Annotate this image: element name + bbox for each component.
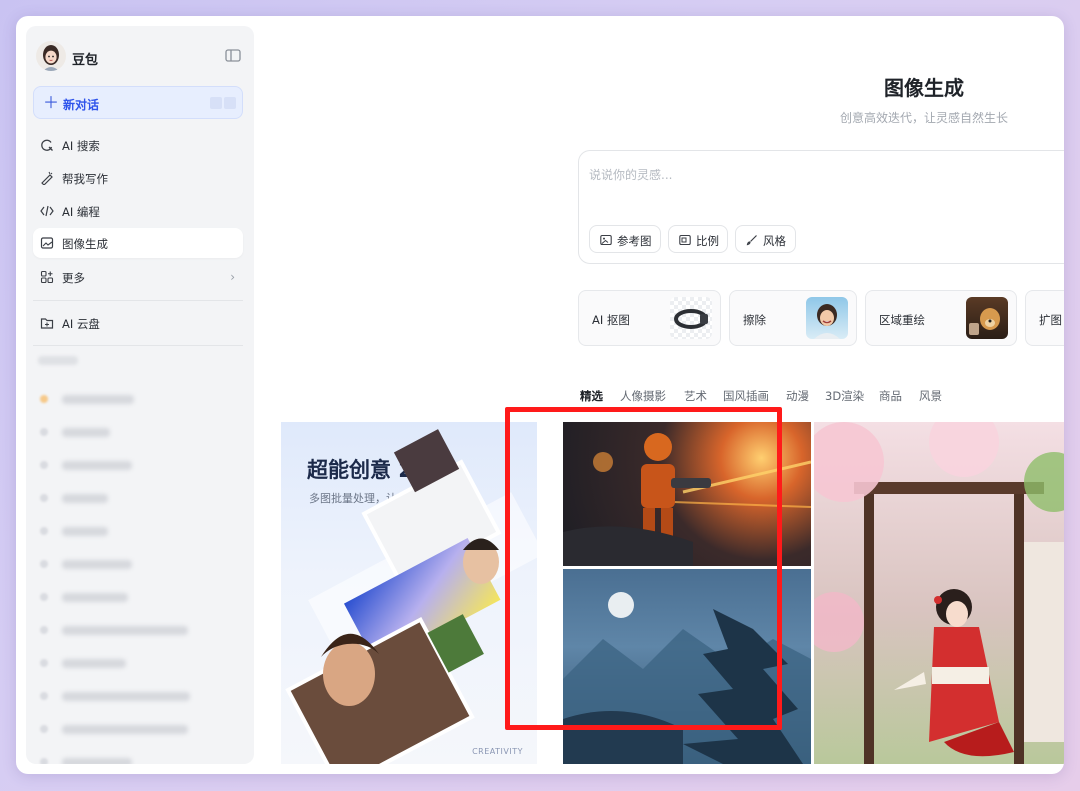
promo-card[interactable]: 超能创意 2.0 多图批量处理，让灵感自然生长 CREATIVITY [281,422,537,764]
tab-3d-render[interactable]: 3D渲染 [825,388,864,404]
gallery-image-kimono[interactable] [814,422,1064,764]
avatar[interactable] [36,41,66,71]
cloud-folder-icon [40,318,54,329]
tool-label: 扩图 [1039,313,1062,327]
tool-thumbnail [966,297,1008,339]
chip-label: 风格 [763,234,786,248]
tab-portrait[interactable]: 人像摄影 [620,388,666,404]
tab-product[interactable]: 商品 [879,388,902,404]
tab-art[interactable]: 艺术 [684,388,707,404]
sidebar-item-more[interactable]: 更多 › [33,262,243,292]
style-button[interactable]: 风格 [735,225,796,253]
tab-chinese-illustration[interactable]: 国风插画 [723,388,769,404]
sidebar-item-label: AI 云盘 [62,317,100,331]
sidebar-item-label: 更多 [62,271,85,285]
grid-plus-icon [40,270,54,284]
tool-ai-cutout[interactable]: AI 抠图 [578,290,721,346]
tool-thumbnail [806,297,848,339]
page-title: 图像生成 [884,76,964,100]
sidebar-item-label: AI 编程 [62,205,100,219]
sidebar-item-cloud-disk[interactable]: AI 云盘 [33,308,243,338]
tab-featured[interactable]: 精选 [580,388,603,404]
history-item[interactable] [36,553,236,575]
sidebar-item-label: 帮我写作 [62,172,108,186]
sidebar-divider [33,300,243,301]
sidebar-item-label: 图像生成 [62,237,108,251]
prompt-placeholder: 说说你的灵感... [589,168,673,182]
history-item[interactable] [36,388,236,410]
sidebar-item-ai-search[interactable]: AI 搜索 [33,130,243,160]
sidebar-item-writing[interactable]: 帮我写作 [33,163,243,193]
tool-thumbnail [670,297,712,339]
image-gen-icon [40,237,54,249]
history-item[interactable] [36,520,236,542]
tab-landscape[interactable]: 风景 [919,388,942,404]
chip-label: 比例 [696,234,719,248]
plus-icon: ＋ [43,93,60,112]
chip-label: 参考图 [617,234,652,248]
reference-image-button[interactable]: 参考图 [589,225,661,253]
search-refresh-icon [41,139,53,151]
sidebar: 豆包 ＋ 新对话 AI 搜索 帮我写作 AI 编程 图像生成 更多 › AI 云… [26,26,254,764]
active-tab-indicator [580,408,604,410]
code-icon [40,205,54,217]
history-item[interactable] [36,751,236,764]
sidebar-item-coding[interactable]: AI 编程 [33,196,243,226]
history-item[interactable] [36,487,236,509]
new-chat-label: 新对话 [63,98,100,112]
prompt-input[interactable]: 说说你的灵感... 参考图 比例 风格 [578,150,1064,264]
app-window: 豆包 ＋ 新对话 AI 搜索 帮我写作 AI 编程 图像生成 更多 › AI 云… [16,16,1064,774]
tool-region-redraw[interactable]: 区域重绘 [865,290,1017,346]
history-item[interactable] [36,454,236,476]
tool-outpaint[interactable]: 扩图 [1025,290,1064,346]
sidebar-divider [33,345,243,346]
chevron-right-icon: › [230,270,235,284]
main-content: 图像生成 创意高效迭代，让灵感自然生长 说说你的灵感... 参考图 比例 风格 … [254,16,1064,774]
page-subtitle: 创意高效迭代，让灵感自然生长 [839,111,1008,125]
sidebar-collapse-icon[interactable] [224,48,242,64]
brush-icon [746,235,757,246]
history-item[interactable] [36,619,236,641]
ratio-button[interactable]: 比例 [668,225,728,253]
new-chat-button[interactable]: ＋ 新对话 [33,86,243,119]
tool-erase[interactable]: 擦除 [729,290,857,346]
gallery-image-moon-forest[interactable] [563,569,811,764]
sidebar-item-label: AI 搜索 [62,139,100,153]
ratio-icon [679,234,691,246]
history-item[interactable] [36,586,236,608]
image-gallery: 超能创意 2.0 多图批量处理，让灵感自然生长 CREATIVITY [254,422,1064,774]
history-item[interactable] [36,718,236,740]
pen-icon [41,171,53,185]
tab-anime[interactable]: 动漫 [786,388,809,404]
sidebar-item-image-gen[interactable]: 图像生成 [33,228,243,258]
app-name: 豆包 [72,53,99,68]
history-item[interactable] [36,685,236,707]
promo-illustration [285,429,537,764]
tool-label: 擦除 [743,313,766,327]
history-item[interactable] [36,652,236,674]
shortcut-hint [210,97,236,109]
gallery-image-scifi[interactable] [563,422,811,566]
tool-label: AI 抠图 [592,313,630,327]
promo-watermark: CREATIVITY [472,747,523,756]
history-section-title [38,356,78,365]
sidebar-header: 豆包 [36,38,244,78]
image-icon [600,234,612,246]
history-item[interactable] [36,421,236,443]
tool-label: 区域重绘 [879,313,925,327]
